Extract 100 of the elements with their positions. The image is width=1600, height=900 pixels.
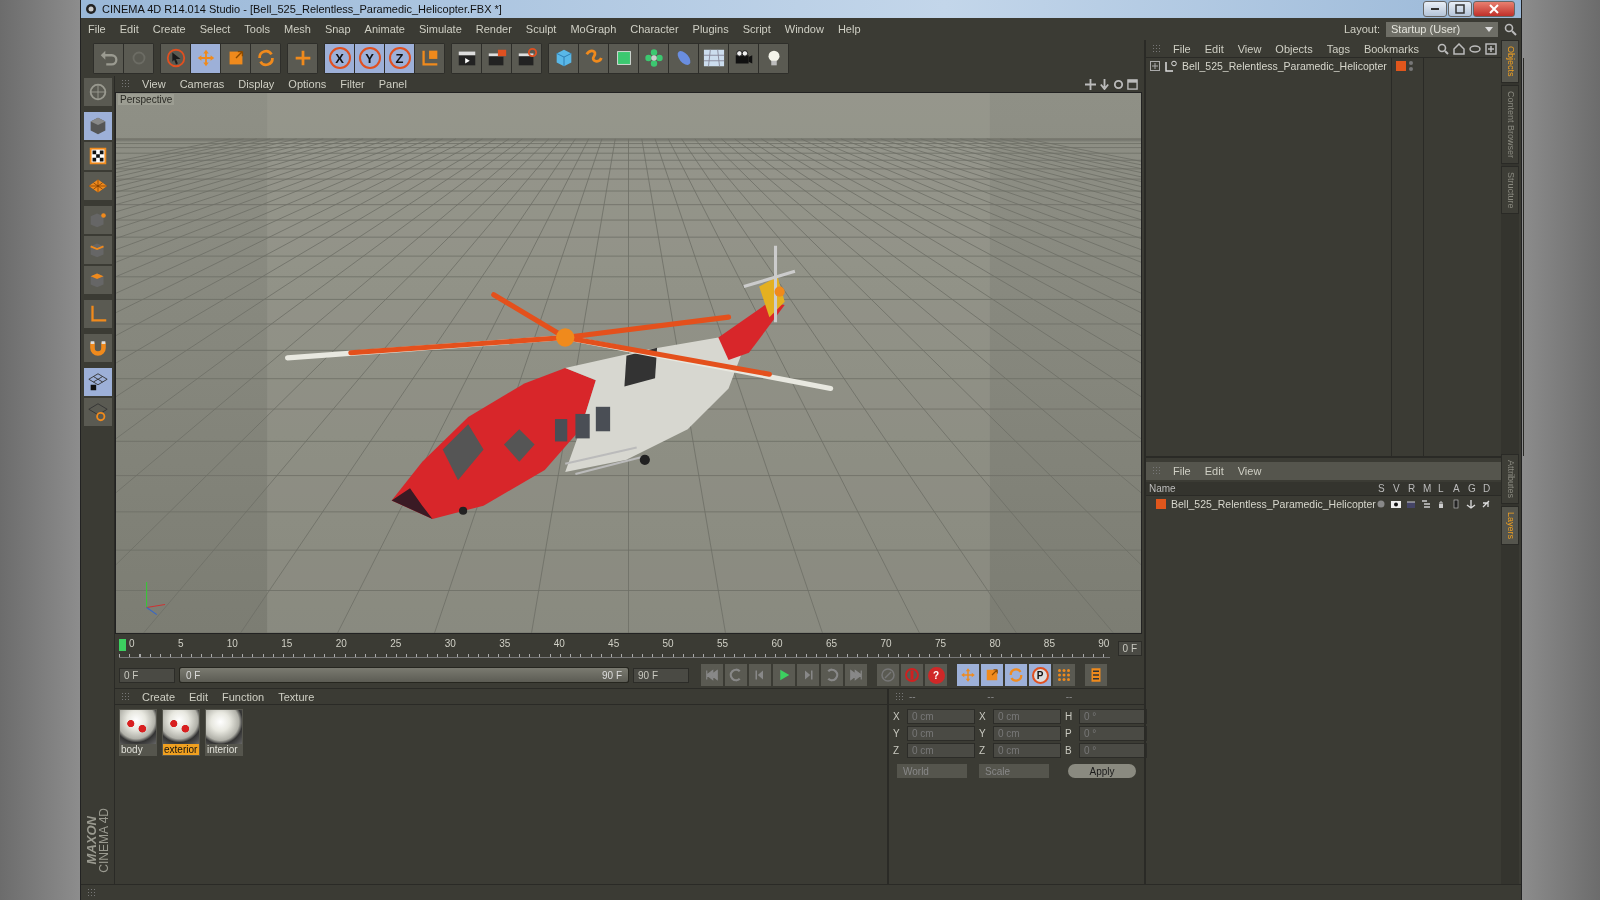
points-button[interactable] [83,206,112,234]
clapboard-icon[interactable] [1405,499,1416,509]
menu-item[interactable]: Tools [237,23,277,35]
layer-menu-item[interactable]: File [1166,465,1198,477]
model-button[interactable] [83,78,112,106]
menu-item[interactable]: File [81,23,113,35]
material-thumbnail[interactable] [120,710,156,744]
layer-menu-item[interactable]: View [1230,465,1269,477]
materials-menu-item[interactable]: Texture [271,690,322,703]
solo-icon[interactable] [1375,499,1386,509]
object-menu-item[interactable]: File [1166,42,1198,55]
node-icon[interactable] [1465,499,1476,509]
bar-icon[interactable] [1450,499,1461,509]
texture-button[interactable] [83,142,112,170]
move-button[interactable] [191,43,220,73]
viewport[interactable]: Perspective [115,92,1142,634]
viewport-menu-item[interactable]: View [135,78,173,90]
edges-button[interactable] [83,236,112,264]
snap-button[interactable] [83,368,112,396]
rotate-button[interactable] [251,43,280,73]
polygons-button[interactable] [83,266,112,294]
coord-system-button[interactable] [415,43,444,73]
visibility-dots-icon[interactable] [1408,61,1413,71]
object-menu-item[interactable]: Tags [1319,42,1357,55]
spline-button[interactable] [579,43,608,73]
menu-item[interactable]: Mesh [277,23,318,35]
workplane-button[interactable] [83,172,112,200]
materials-menu-item[interactable]: Edit [182,690,215,703]
floor-button[interactable] [699,43,728,73]
frame-range-slider[interactable]: 0 F 90 F [180,668,628,682]
panel-tab[interactable]: Layers [1501,506,1519,546]
param-button[interactable]: P [1029,664,1051,686]
menu-item[interactable]: Snap [317,23,358,35]
object-name[interactable]: Bell_525_Relentless_Paramedic_Helicopter [1182,60,1387,72]
menu-item[interactable]: Select [192,23,238,35]
object-button[interactable] [83,112,112,140]
add-button[interactable] [288,43,317,73]
render-view-button[interactable] [452,43,481,73]
camera-button[interactable] [729,43,758,73]
eye-icon[interactable] [1390,499,1401,509]
select-button[interactable] [161,43,190,73]
menu-item[interactable]: Animate [357,23,412,35]
render-picture-button[interactable] [482,43,511,73]
viewport-menu-item[interactable]: Cameras [172,78,232,90]
menu-item[interactable]: Sculpt [518,23,564,35]
material-thumbnail[interactable] [206,710,242,744]
menu-item[interactable]: Script [735,23,778,35]
scale-button[interactable] [221,43,250,73]
menu-item[interactable]: Plugins [685,23,736,35]
deformer-button[interactable] [669,43,698,73]
viewport-menu-item[interactable]: Filter [333,78,372,90]
material-name[interactable]: exterior [163,744,199,755]
help-button[interactable]: ? [925,664,947,686]
layer-menu-item[interactable]: Edit [1197,465,1231,477]
axis-button[interactable]: Z [385,43,414,73]
axis-button[interactable]: X [325,43,354,73]
hierarchy-icon[interactable] [1420,499,1431,509]
cube-button[interactable] [549,43,578,73]
viewport-menu-item[interactable]: Options [281,78,334,90]
menu-item[interactable]: Simulate [411,23,469,35]
object-menu-item[interactable]: View [1230,42,1269,55]
timeline-button[interactable] [1085,664,1107,686]
layout-dropdown[interactable]: Startup (User) [1386,21,1498,37]
undo-button[interactable] [94,43,123,73]
array-button[interactable] [639,43,668,73]
materials-menu-item[interactable]: Function [215,690,272,703]
menu-item[interactable]: Help [830,23,868,35]
pencil-icon[interactable] [1480,499,1491,509]
layer-name[interactable]: Bell_525_Relentless_Paramedic_Helicopter [1171,498,1376,510]
menu-item[interactable]: Create [145,23,193,35]
start-frame-field[interactable]: 0 F [119,667,175,683]
timeline-ruler[interactable]: 0 5 10 15 20 25 30 35 40 45 50 55 60 65 70 75 80 85 90 [119,638,1110,658]
close-button[interactable] [1473,1,1515,17]
axis-mode-button[interactable] [83,300,112,328]
object-menu-item[interactable]: Objects [1268,42,1320,55]
render-settings-button[interactable] [512,43,541,73]
menu-item[interactable]: Window [777,23,831,35]
apply-button[interactable]: Apply [1068,764,1136,778]
tweak-button[interactable] [83,398,112,426]
play-button[interactable] [773,664,795,686]
grid-button[interactable] [1053,664,1075,686]
viewport-menu-item[interactable]: Display [231,78,282,90]
current-frame-field[interactable]: 0 F [1117,640,1142,656]
object-menu-item[interactable]: Edit [1197,42,1231,55]
light-button[interactable] [759,43,788,73]
menu-item[interactable]: Character [623,23,686,35]
minimize-button[interactable] [1423,1,1447,17]
menu-item[interactable]: MoGraph [563,23,624,35]
menu-item[interactable]: Render [468,23,519,35]
end-frame-field[interactable]: 90 F [633,667,689,683]
materials-menu-item[interactable]: Create [135,690,183,703]
viewport-menu-item[interactable]: Panel [371,78,414,90]
menu-item[interactable]: Edit [112,23,146,35]
axis-button[interactable]: Y [355,43,384,73]
nurbs-button[interactable] [609,43,638,73]
panel-tab[interactable]: Objects [1501,40,1519,83]
redo-button[interactable] [124,43,153,73]
material-thumbnail[interactable] [163,710,199,744]
object-menu-item[interactable]: Bookmarks [1356,42,1426,55]
go-start-button[interactable] [701,664,723,686]
